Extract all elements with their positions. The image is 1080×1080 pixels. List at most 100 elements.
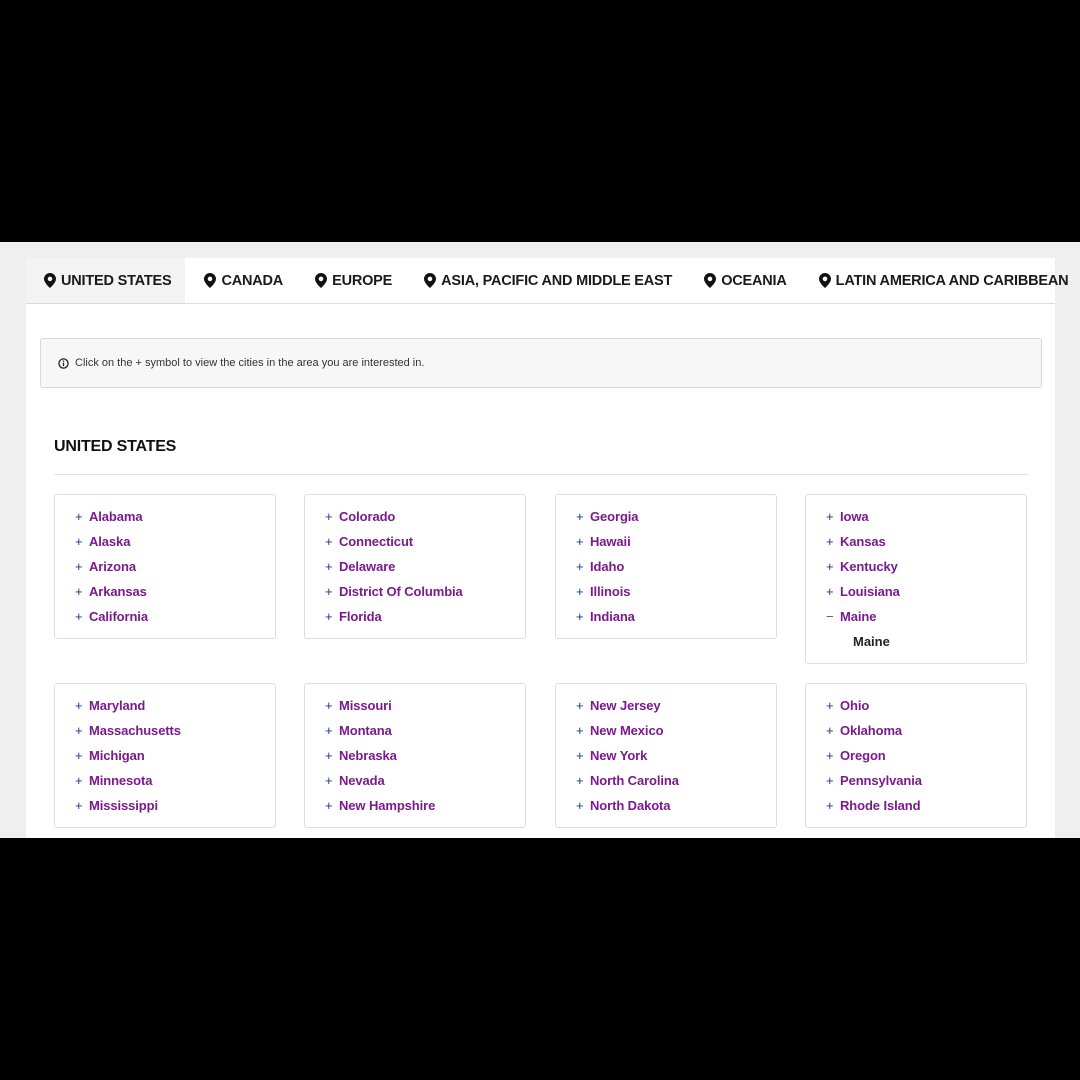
city-link[interactable]: Maine — [826, 629, 1026, 654]
expand-icon[interactable]: + — [576, 534, 590, 549]
tab-europe[interactable]: EUROPE — [283, 258, 392, 303]
tab-canada[interactable]: CANADA — [185, 258, 283, 303]
expand-icon[interactable]: + — [325, 798, 339, 813]
state-item[interactable]: + Alaska — [75, 529, 275, 554]
expand-icon[interactable]: + — [75, 509, 89, 524]
state-item[interactable]: + Rhode Island — [826, 793, 1026, 818]
expand-icon[interactable]: + — [325, 584, 339, 599]
expand-icon[interactable]: + — [75, 773, 89, 788]
state-item[interactable]: + Kansas — [826, 529, 1026, 554]
expand-icon[interactable]: + — [826, 559, 840, 574]
state-item[interactable]: + California — [75, 604, 275, 629]
state-label: Michigan — [89, 748, 145, 763]
expand-icon[interactable]: + — [325, 609, 339, 624]
expand-icon[interactable]: + — [75, 559, 89, 574]
state-item[interactable]: + Ohio — [826, 693, 1026, 718]
expand-icon[interactable]: + — [826, 698, 840, 713]
state-item[interactable]: + Missouri — [325, 693, 525, 718]
state-item[interactable]: + North Carolina — [576, 768, 776, 793]
state-item[interactable]: + Mississippi — [75, 793, 275, 818]
expand-icon[interactable]: + — [826, 534, 840, 549]
expand-icon[interactable]: + — [325, 559, 339, 574]
map-pin-icon — [204, 273, 217, 288]
expand-icon[interactable]: + — [325, 534, 339, 549]
expand-icon[interactable]: + — [576, 723, 590, 738]
tab-asia-pacific-middle-east[interactable]: ASIA, PACIFIC AND MIDDLE EAST — [392, 258, 672, 303]
expand-icon[interactable]: + — [826, 773, 840, 788]
expand-icon[interactable]: + — [576, 584, 590, 599]
expand-icon[interactable]: + — [826, 509, 840, 524]
expand-icon[interactable]: + — [576, 559, 590, 574]
expand-icon[interactable]: + — [325, 723, 339, 738]
expand-icon[interactable]: + — [576, 509, 590, 524]
state-item[interactable]: + Delaware — [325, 554, 525, 579]
expand-icon[interactable]: + — [325, 773, 339, 788]
expand-icon[interactable]: + — [75, 798, 89, 813]
tab-latin-america-caribbean[interactable]: LATIN AMERICA AND CARIBBEAN — [787, 258, 1069, 303]
state-item[interactable]: + Massachusetts — [75, 718, 275, 743]
expand-icon[interactable]: + — [826, 723, 840, 738]
state-item[interactable]: + Indiana — [576, 604, 776, 629]
state-item[interactable]: + Pennsylvania — [826, 768, 1026, 793]
state-item[interactable]: + Nebraska — [325, 743, 525, 768]
expand-icon[interactable]: + — [75, 723, 89, 738]
map-pin-icon — [704, 273, 717, 288]
state-item[interactable]: + Georgia — [576, 504, 776, 529]
state-item[interactable]: + Kentucky — [826, 554, 1026, 579]
expand-icon[interactable]: + — [325, 509, 339, 524]
expand-icon[interactable]: + — [826, 798, 840, 813]
state-item[interactable]: + Alabama — [75, 504, 275, 529]
tab-united-states[interactable]: UNITED STATES — [26, 258, 186, 303]
state-item[interactable]: − Maine — [826, 604, 1026, 629]
tab-label: LATIN AMERICA AND CARIBBEAN — [835, 272, 1069, 289]
map-pin-icon — [315, 273, 328, 288]
state-item[interactable]: + Oklahoma — [826, 718, 1026, 743]
state-label: Louisiana — [840, 584, 900, 599]
state-item[interactable]: + Connecticut — [325, 529, 525, 554]
expand-icon[interactable]: + — [576, 698, 590, 713]
state-item[interactable]: + Illinois — [576, 579, 776, 604]
expand-icon[interactable]: + — [75, 584, 89, 599]
state-item[interactable]: + Louisiana — [826, 579, 1026, 604]
expand-icon[interactable]: + — [75, 748, 89, 763]
expand-icon[interactable]: + — [75, 534, 89, 549]
state-item[interactable]: + Colorado — [325, 504, 525, 529]
state-item[interactable]: + Hawaii — [576, 529, 776, 554]
state-item[interactable]: + New Hampshire — [325, 793, 525, 818]
expand-icon[interactable]: + — [325, 748, 339, 763]
expand-icon[interactable]: + — [576, 609, 590, 624]
expand-icon[interactable]: + — [576, 798, 590, 813]
state-label: Kentucky — [840, 559, 898, 574]
state-item[interactable]: + Nevada — [325, 768, 525, 793]
state-item[interactable]: + Montana — [325, 718, 525, 743]
expand-icon[interactable]: + — [75, 698, 89, 713]
state-item[interactable]: + New Jersey — [576, 693, 776, 718]
state-item[interactable]: + Arizona — [75, 554, 275, 579]
region-tabs: UNITED STATES CANADA EUROPE ASIA, PACIFI… — [26, 258, 1069, 304]
tab-oceania[interactable]: OCEANIA — [672, 258, 787, 303]
state-item[interactable]: + North Dakota — [576, 793, 776, 818]
expand-icon[interactable]: + — [576, 748, 590, 763]
state-item[interactable]: + District Of Columbia — [325, 579, 525, 604]
collapse-icon[interactable]: − — [826, 609, 840, 624]
expand-icon[interactable]: + — [576, 773, 590, 788]
divider — [54, 474, 1028, 475]
state-item[interactable]: + Michigan — [75, 743, 275, 768]
state-item[interactable]: + Minnesota — [75, 768, 275, 793]
state-item[interactable]: + Oregon — [826, 743, 1026, 768]
state-label: Pennsylvania — [840, 773, 922, 788]
state-item[interactable]: + New York — [576, 743, 776, 768]
expand-icon[interactable]: + — [826, 584, 840, 599]
state-item[interactable]: + New Mexico — [576, 718, 776, 743]
state-item[interactable]: + Arkansas — [75, 579, 275, 604]
expand-icon[interactable]: + — [826, 748, 840, 763]
tab-label: UNITED STATES — [61, 272, 172, 289]
state-item[interactable]: + Idaho — [576, 554, 776, 579]
expand-icon[interactable]: + — [325, 698, 339, 713]
state-label: New Mexico — [590, 723, 664, 738]
expand-icon[interactable]: + — [75, 609, 89, 624]
state-label: Florida — [339, 609, 382, 624]
state-item[interactable]: + Maryland — [75, 693, 275, 718]
state-item[interactable]: + Iowa — [826, 504, 1026, 529]
state-item[interactable]: + Florida — [325, 604, 525, 629]
